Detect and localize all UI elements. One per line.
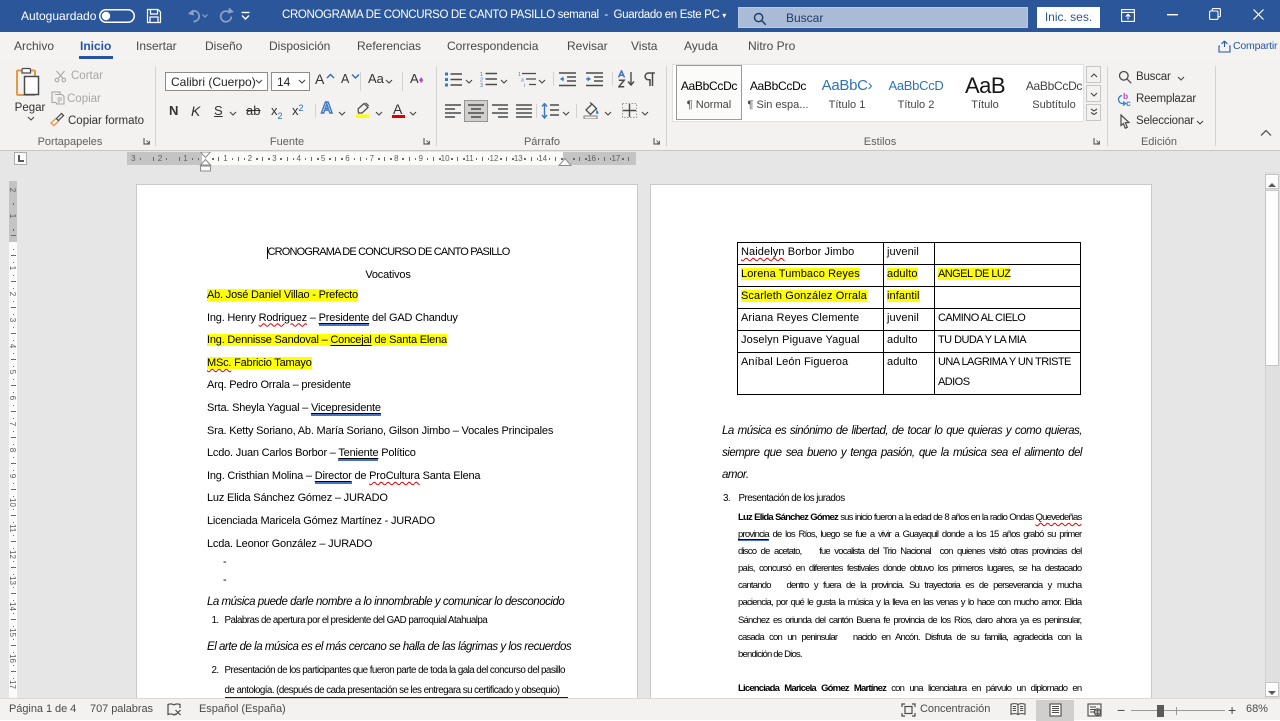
svg-text:i: i (524, 83, 525, 87)
svg-text:c: c (1126, 98, 1131, 107)
svg-text:3: 3 (480, 83, 483, 87)
